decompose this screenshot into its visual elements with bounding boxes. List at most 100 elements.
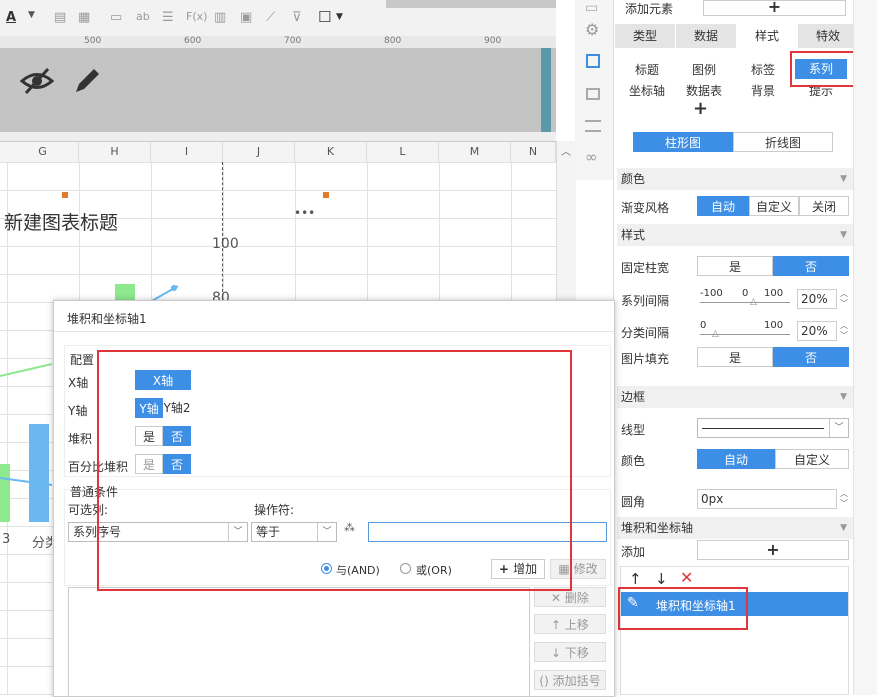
add-stack-button[interactable]: +	[697, 540, 849, 560]
section-stack-title: 堆积和坐标轴	[621, 521, 694, 535]
add-element-button[interactable]: +	[703, 0, 846, 16]
stepper-icon[interactable]: ︿ ﹀	[838, 289, 850, 309]
plus-icon[interactable]: +	[693, 98, 708, 119]
category-gap-label: 分类间隔	[621, 326, 670, 340]
series-gap-input[interactable]: 20%	[797, 289, 837, 309]
chevron-up-icon[interactable]: ︿	[561, 143, 571, 158]
add-label: 添加	[621, 545, 646, 559]
subtab-title[interactable]: 标题	[621, 61, 673, 78]
section-stack-axis[interactable]: 堆积和坐标轴 ▼	[617, 517, 853, 539]
subtab-axis[interactable]: 坐标轴	[621, 82, 673, 99]
move-up-button[interactable]: ↑ 上移	[534, 614, 606, 634]
font-color-icon[interactable]: A	[6, 10, 16, 25]
bar-chart-icon[interactable]: ▥	[214, 10, 226, 25]
hide-icon[interactable]	[20, 66, 54, 96]
slider-scale: 100	[764, 288, 784, 299]
slider-handle[interactable]: △	[750, 297, 757, 307]
stack-label: 堆积	[68, 432, 93, 446]
column-i[interactable]: I	[151, 142, 223, 162]
series-gap-slider[interactable]	[700, 302, 790, 303]
category-label: 分类	[32, 536, 52, 551]
fixed-width-yes[interactable]: 是	[697, 256, 773, 276]
edit-icon[interactable]	[72, 64, 104, 96]
layer-icon[interactable]	[585, 120, 601, 132]
arrow-down-icon: ↓	[551, 646, 565, 660]
subtab-datatable[interactable]: 数据表	[678, 82, 730, 99]
stack-axis-dialog: 堆积和坐标轴1 配置 X轴 X轴 Y轴 Y轴 Y轴2 堆积 是 否 百分比堆积 …	[53, 300, 615, 697]
subtab-background[interactable]: 背景	[737, 82, 789, 99]
series-gap-label: 系列间隔	[621, 294, 670, 308]
chevron-down-icon[interactable]: ▼	[28, 10, 35, 20]
section-color[interactable]: 颜色 ▼	[617, 168, 853, 190]
gradient-auto[interactable]: 自动	[697, 196, 749, 216]
ruler-mark: 800	[384, 36, 402, 46]
section-style[interactable]: 样式 ▼	[617, 224, 853, 246]
brush-icon[interactable]: ⟋	[266, 10, 275, 25]
move-down-button[interactable]: ↓ 下移	[534, 642, 606, 662]
stepper-icon[interactable]: ︿ ﹀	[838, 321, 850, 341]
border-color-auto[interactable]: 自动	[697, 449, 775, 469]
tab-style[interactable]: 样式	[737, 24, 797, 48]
gradient-label: 渐变风格	[621, 201, 670, 215]
column-n[interactable]: N	[511, 142, 556, 162]
column-j[interactable]: J	[223, 142, 295, 162]
chart-type-line[interactable]: 折线图	[733, 132, 833, 152]
align-icon[interactable]: ☰	[162, 10, 174, 25]
delete-icon[interactable]: ✕	[680, 568, 693, 587]
text-icon[interactable]: ab	[136, 10, 150, 23]
resize-handle[interactable]	[323, 192, 329, 198]
move-down-label: 下移	[564, 646, 589, 660]
more-icon[interactable]: •••	[294, 206, 315, 220]
link-icon[interactable]: ▭	[110, 10, 122, 25]
stepper-icon[interactable]: ︿ ﹀	[838, 489, 850, 509]
column-l[interactable]: L	[367, 142, 439, 162]
tab-type[interactable]: 类型	[615, 24, 675, 48]
column-g[interactable]: G	[7, 142, 79, 162]
section-border[interactable]: 边框 ▼	[617, 386, 853, 408]
border-color-custom[interactable]: 自定义	[775, 449, 849, 469]
widget-icon[interactable]: ▭	[585, 0, 598, 16]
border-color-label: 颜色	[621, 454, 646, 468]
column-k[interactable]: K	[295, 142, 367, 162]
fixed-width-no[interactable]: 否	[773, 256, 849, 276]
column-m[interactable]: M	[439, 142, 511, 162]
tab-data[interactable]: 数据	[676, 24, 736, 48]
chart-title[interactable]: 新建图表标题	[4, 208, 118, 235]
tab-effects[interactable]: 特效	[798, 24, 858, 48]
line-type-select[interactable]: ﹀	[697, 418, 849, 438]
border-box-icon[interactable]: ☐	[318, 8, 331, 26]
subtab-legend[interactable]: 图例	[678, 61, 730, 78]
frame-icon[interactable]	[586, 88, 600, 100]
formula-icon[interactable]: F(x)	[186, 10, 207, 23]
link-icon[interactable]: ∞	[585, 148, 598, 166]
slider-handle[interactable]: △	[712, 329, 719, 339]
gradient-off[interactable]: 关闭	[799, 196, 849, 216]
chevron-down-icon[interactable]: ▼	[336, 12, 343, 22]
chart-style-icon[interactable]	[586, 54, 600, 68]
arrow-down-icon[interactable]: ↓	[655, 570, 668, 588]
chart-type-column[interactable]: 柱形图	[633, 132, 733, 152]
column-h[interactable]: H	[79, 142, 151, 162]
arrow-up-icon[interactable]: ↑	[629, 570, 642, 588]
condition-list[interactable]	[68, 587, 530, 696]
category-gap-input[interactable]: 20%	[797, 321, 837, 341]
table-icon[interactable]: ▦	[78, 10, 90, 25]
radius-label: 圆角	[621, 495, 646, 509]
image-fill-label: 图片填充	[621, 352, 670, 366]
section-color-title: 颜色	[621, 172, 646, 186]
chart-axis-line	[222, 162, 223, 302]
subtab-label[interactable]: 标签	[737, 61, 789, 78]
border-icon[interactable]: ▤	[54, 10, 66, 25]
resize-handle[interactable]	[62, 192, 68, 198]
vertical-scrollbar[interactable]	[541, 48, 551, 132]
add-bracket-button[interactable]: () 添加括号	[534, 670, 606, 690]
radius-input[interactable]: 0px	[697, 489, 837, 509]
image-fill-no[interactable]: 否	[773, 347, 849, 367]
panel-scrollbar[interactable]	[853, 0, 877, 695]
filter-icon[interactable]: ⊽	[292, 10, 302, 25]
image-fill-yes[interactable]: 是	[697, 347, 773, 367]
section-border-title: 边框	[621, 390, 646, 404]
image-icon[interactable]: ▣	[240, 10, 252, 25]
gradient-custom[interactable]: 自定义	[749, 196, 799, 216]
settings-icon[interactable]: ⚙	[585, 20, 599, 39]
